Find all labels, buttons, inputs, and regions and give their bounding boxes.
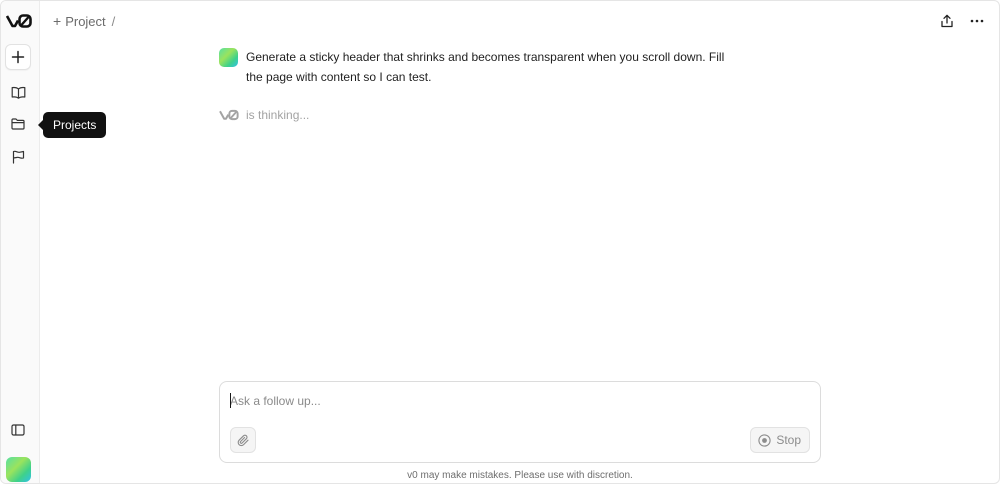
paperclip-icon: [237, 434, 249, 446]
v0-logo-icon[interactable]: [6, 13, 32, 29]
assistant-status: is thinking...: [219, 108, 739, 122]
project-link[interactable]: Project: [65, 14, 105, 29]
share-icon: [941, 14, 953, 28]
thinking-status-text: is thinking...: [246, 108, 310, 122]
projects-tooltip: Projects: [37, 112, 107, 138]
disclaimer-text: v0 may make mistakes. Please use with di…: [407, 470, 633, 481]
sidebar-icon: [11, 424, 25, 436]
sidebar: [1, 1, 40, 483]
follow-up-input[interactable]: [230, 392, 810, 410]
plus-icon: [11, 50, 25, 64]
top-header: + Project /: [40, 1, 999, 41]
app-window: Projects + Project / Generate a sticky h…: [0, 0, 1000, 484]
user-message: Generate a sticky header that shrinks an…: [219, 48, 739, 87]
more-horizontal-icon: [970, 19, 984, 23]
chat-thread: Generate a sticky header that shrinks an…: [219, 48, 739, 122]
breadcrumb: + Project /: [53, 13, 115, 29]
stop-generation-button[interactable]: Stop: [750, 427, 810, 453]
share-button[interactable]: [937, 11, 957, 31]
user-avatar[interactable]: [6, 457, 31, 482]
header-actions: [937, 11, 987, 31]
folder-icon: [11, 118, 25, 130]
user-message-avatar: [219, 48, 238, 67]
toggle-sidebar-button[interactable]: [5, 417, 31, 443]
breadcrumb-separator: /: [111, 13, 116, 29]
more-options-button[interactable]: [967, 11, 987, 31]
book-open-icon: [11, 86, 25, 99]
stop-circle-icon: [758, 433, 771, 447]
v0-logo-icon: [219, 109, 239, 121]
library-button[interactable]: [5, 79, 31, 105]
message-composer: Stop: [219, 381, 821, 463]
user-message-text: Generate a sticky header that shrinks an…: [246, 50, 725, 84]
attach-button[interactable]: [230, 427, 256, 453]
feedback-button[interactable]: [5, 144, 31, 170]
projects-button[interactable]: [5, 111, 31, 137]
stop-label: Stop: [776, 433, 801, 447]
flag-icon: [12, 150, 24, 164]
add-project-symbol[interactable]: +: [53, 13, 61, 29]
text-caret: [230, 393, 231, 408]
new-chat-button[interactable]: [5, 44, 31, 70]
